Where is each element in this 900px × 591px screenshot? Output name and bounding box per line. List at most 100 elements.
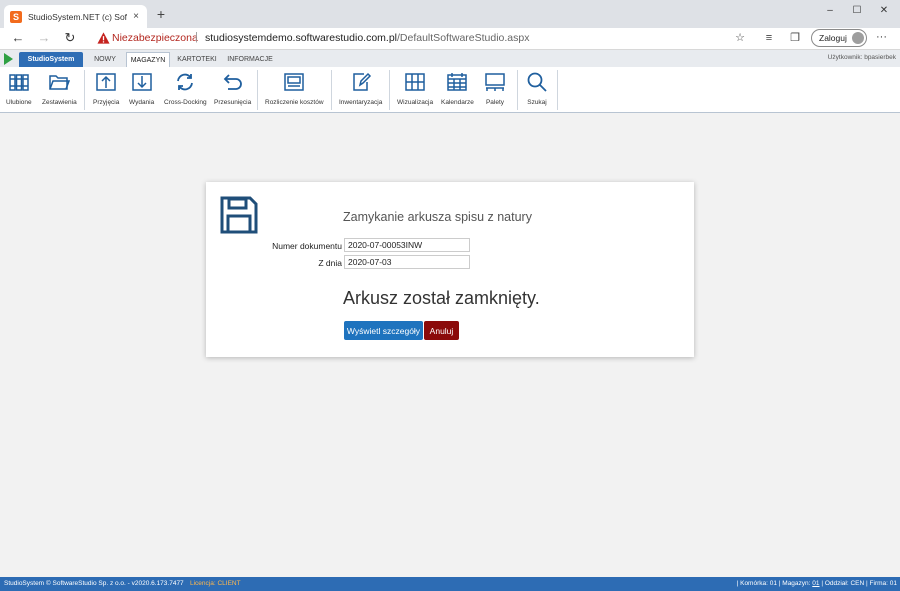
status-bar: StudioSystem © SoftwareStudio Sp. z o.o.… [0,577,900,591]
edit-document-icon [352,72,371,91]
more-menu-icon[interactable]: ··· [876,31,887,43]
search-icon [527,72,547,92]
komorka-value: 01 [769,580,777,587]
reload-icon[interactable]: ↻ [62,30,78,46]
tab-magazyn[interactable]: MAGAZYN [126,52,170,67]
books-icon [9,74,29,91]
status-message: Arkusz został zamknięty. [343,288,540,308]
toolbar-wydania[interactable]: Wydania [129,71,154,111]
doc-number-field[interactable] [344,238,470,252]
toolbar-label: Przyjęcia [93,99,120,106]
toolbar-separator [331,70,332,110]
toolbar-wizualizacja[interactable]: Wizualizacja [397,71,433,111]
cancel-button[interactable]: Anuluj [424,321,459,340]
return-arrow-icon [223,74,242,90]
toolbar-label: Szukaj [527,99,547,106]
license-label: Licencja: CLIENT [190,580,241,587]
floppy-disk-icon [220,196,258,234]
toolbar-separator [517,70,518,110]
magazyn-label: | Magazyn: [778,580,811,587]
browser-tab-bar: S StudioSystem.NET (c) SoftwareStudio × … [0,0,900,28]
toolbar-label: Zestawienia [42,99,77,106]
close-sheet-dialog: Zamykanie arkusza spisu z natury Numer d… [206,182,694,357]
browser-tab-title: StudioSystem.NET (c) SoftwareStudio [28,11,127,22]
favorites-list-icon[interactable]: ≡ [762,31,776,45]
current-user-label: Użytkownik: bpasierbek [827,54,896,61]
login-label: Zaloguj [819,33,847,43]
toolbar-ulubione[interactable]: Ulubione [6,71,32,111]
calendar-icon [447,73,468,91]
toolbar-separator [84,70,85,110]
toolbar-label: Palety [485,99,505,106]
toolbar-szukaj[interactable]: Szukaj [526,71,548,111]
collections-icon[interactable]: ❐ [788,31,802,45]
toolbar-rozliczenie-kosztow[interactable]: Rozliczenie kosztów [265,71,324,111]
warning-icon[interactable] [97,31,110,45]
cost-card-icon [284,73,305,91]
new-tab-icon[interactable]: + [154,6,168,22]
toolbar-label: Wydania [129,99,155,106]
ribbon-toolbar: Ulubione Zestawienia Przyjęcia Wydania C… [0,67,900,113]
tab-informacje[interactable]: INFORMACJE [224,52,276,67]
avatar-icon [852,32,864,44]
toolbar-cross-docking[interactable]: Cross-Docking [164,71,207,111]
show-details-button[interactable]: Wyświetl szczegóły [344,321,423,340]
refresh-cycle-icon [177,73,194,91]
oddzial-value: CEN [850,580,865,587]
play-icon[interactable] [4,53,13,65]
firma-value: 01 [889,580,897,587]
date-label: Z dnia [318,258,342,268]
tab-kartoteki[interactable]: KARTOTEKI [175,52,219,67]
firma-label: | Firma: [866,580,888,587]
date-field[interactable] [344,255,470,269]
toolbar-separator [257,70,258,110]
address-bar: ← → ↻ Niezabezpieczona | studiosystemdem… [0,28,900,50]
url-field[interactable]: studiosystemdemo.softwarestudio.com.pl/D… [205,32,530,44]
toolbar-separator [389,70,390,110]
copyright-version: StudioSystem © SoftwareStudio Sp. z o.o.… [4,580,184,587]
toolbar-separator [557,70,558,110]
toolbar-zestawienia[interactable]: Zestawienia [42,71,77,111]
context-info: | Komórka: 01 | Magazyn: 01 | Oddział: C… [737,577,897,591]
folder-icon [49,75,71,90]
toolbar-label: Ulubione [6,99,32,106]
toolbar-label: Wizualizacja [397,99,434,106]
issue-download-icon [131,73,152,91]
ribbon-tab-bar: StudioSystem NOWY MAGAZYN KARTOTEKI INFO… [0,50,900,67]
toolbar-label: Cross-Docking [164,99,207,106]
komorka-label: | Komórka: [736,580,768,587]
toolbar-przyjecia[interactable]: Przyjęcia [93,71,119,111]
tab-close-icon[interactable]: × [131,11,141,22]
url-host: studiosystemdemo.softwarestudio.com.pl [205,32,397,44]
toolbar-palety[interactable]: Palety [484,71,506,111]
back-icon[interactable]: ← [10,30,26,46]
oddzial-label: | Oddział: [821,580,849,587]
main-content: Zamykanie arkusza spisu z natury Numer d… [0,113,900,577]
magazyn-link[interactable]: 01 [812,580,819,587]
toolbar-label: Rozliczenie kosztów [265,99,324,106]
toolbar-przesuniecia[interactable]: Przesunięcia [214,71,251,111]
toolbar-kalendarze[interactable]: Kalendarze [441,71,474,111]
tab-nowy[interactable]: NOWY [88,52,122,67]
browser-tab[interactable]: S StudioSystem.NET (c) SoftwareStudio × [4,5,147,28]
rack-icon [405,73,425,91]
dialog-title: Zamykanie arkusza spisu z natury [343,210,532,224]
toolbar-label: Kalendarze [441,99,474,106]
maximize-icon[interactable]: ☐ [847,4,867,18]
favorite-star-icon[interactable]: ☆ [733,31,747,45]
url-separator: | [195,31,198,43]
login-button[interactable]: Zaloguj [811,29,867,47]
studiosystem-favicon-icon: S [10,10,22,23]
toolbar-label: Inwentaryzacja [339,99,383,106]
pallet-icon [485,73,505,91]
window-close-icon[interactable]: ✕ [874,4,894,18]
receipt-upload-icon [96,73,116,91]
security-status[interactable]: Niezabezpieczona [112,32,198,44]
url-path: /DefaultSoftwareStudio.aspx [397,32,530,44]
minimize-icon[interactable]: – [820,4,840,18]
toolbar-label: Przesunięcia [214,99,252,106]
toolbar-inwentaryzacja[interactable]: Inwentaryzacja [339,71,382,111]
tab-studiosystem[interactable]: StudioSystem [19,52,83,67]
doc-number-label: Numer dokumentu [272,241,342,251]
forward-icon[interactable]: → [36,30,52,46]
